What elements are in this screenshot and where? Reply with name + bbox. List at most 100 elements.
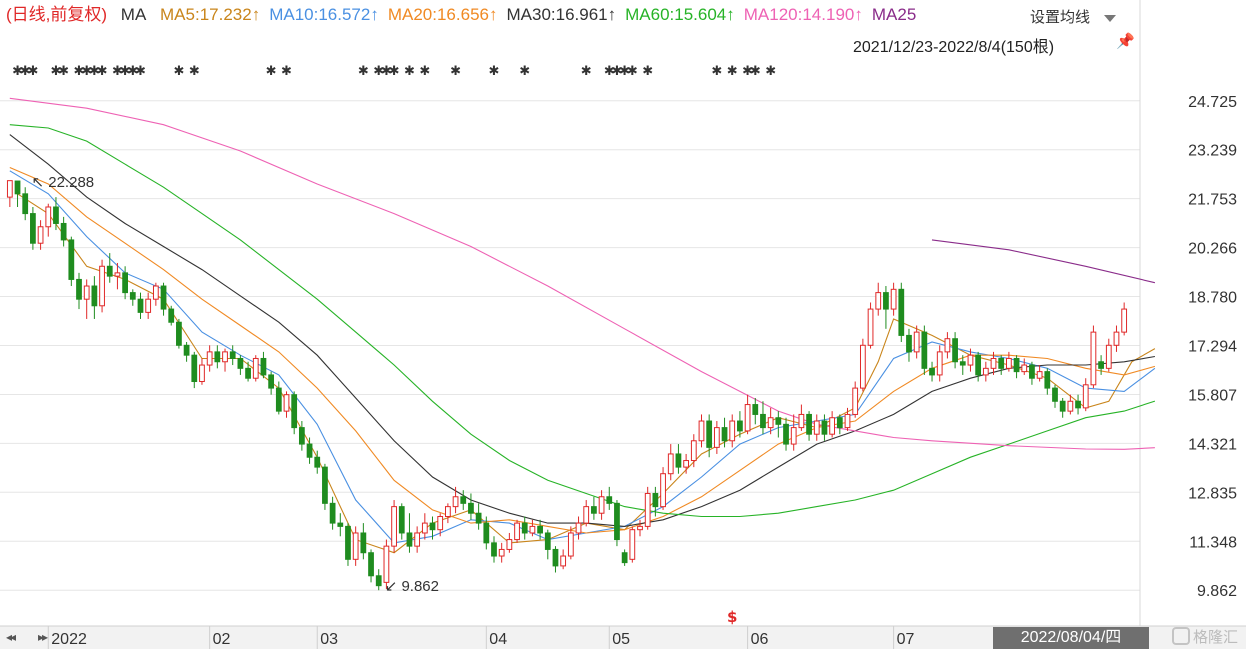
candle-body — [1121, 308, 1128, 333]
candle-body — [68, 239, 75, 280]
candle-body — [252, 357, 259, 379]
mode-label: (日线,前复权) — [6, 5, 108, 24]
candle-body — [1067, 400, 1074, 412]
candle-body — [1059, 400, 1066, 412]
signal-marker: ✱ — [519, 64, 530, 79]
candle-body — [406, 532, 413, 547]
current-date-tag: 2022/08/04/四 — [993, 627, 1149, 649]
y-tick-label: 18.780 — [1188, 290, 1237, 307]
scroll-left-icon[interactable]: ◂◂ — [6, 630, 16, 644]
ma-settings-label: 设置均线 — [1030, 9, 1091, 26]
candle-body — [798, 413, 805, 429]
candle-body — [83, 285, 90, 300]
candle-body — [222, 351, 228, 363]
candle-body — [268, 374, 275, 389]
candle-body — [529, 525, 536, 534]
candle-body — [591, 506, 597, 514]
candle-body — [813, 420, 820, 435]
candle-body — [921, 331, 928, 369]
scroll-right-icon[interactable]: ▸▸ — [38, 630, 48, 644]
ma-legend-item: MA30:16.961↑ — [506, 5, 617, 24]
candle-body — [875, 292, 882, 310]
ma-legend-item: MA10:16.572↑ — [269, 5, 379, 24]
high-marker-label: ↖ 22.288 — [32, 174, 95, 191]
candle-body — [360, 532, 367, 554]
candle-body — [1082, 384, 1089, 409]
candle-body — [683, 460, 689, 468]
candle-body — [314, 456, 321, 468]
y-tick-label: 11.348 — [1189, 534, 1237, 551]
candle-body — [1021, 364, 1028, 373]
candle-body — [483, 522, 490, 544]
candle-body — [429, 522, 436, 531]
candle-body — [145, 298, 152, 313]
candle-body — [1013, 357, 1020, 373]
y-tick-label: 14.321 — [1188, 436, 1237, 453]
candle-body — [767, 417, 774, 429]
kline-chart[interactable]: 24.725 23.239 21.753 20.266 18.780 17.294 15.8… — [0, 0, 1246, 649]
candle-body — [391, 506, 397, 547]
candle-body — [883, 292, 889, 310]
candle-body — [368, 552, 374, 577]
candle-body — [6, 180, 13, 198]
signal-marker: ✱ — [765, 64, 776, 79]
candle-body — [475, 512, 482, 524]
signal-marker: ✱ — [404, 64, 415, 79]
candle-body — [583, 506, 590, 524]
candle-body — [575, 522, 582, 534]
signal-marker: ✱ — [450, 64, 461, 79]
low-marker-label: ↙ 9.862 — [385, 578, 439, 595]
signal-marker: ✱ — [642, 64, 653, 79]
y-tick-label: 20.266 — [1188, 241, 1237, 258]
x-tick-label: 03 — [320, 631, 338, 648]
candle-body — [106, 265, 113, 277]
signal-marker: ✱ — [489, 64, 500, 79]
watermark-logo-icon — [1172, 627, 1190, 645]
candle-body — [275, 387, 282, 412]
x-tick-label: 2022 — [51, 631, 87, 648]
candle-body — [898, 288, 905, 336]
ma-settings-dropdown[interactable]: 设置均线 — [1030, 6, 1117, 27]
candle-body — [398, 506, 405, 534]
signal-marker: ✱ — [58, 64, 69, 79]
candle-body — [783, 423, 789, 445]
candle-body — [1044, 371, 1051, 389]
candle-body — [652, 492, 659, 508]
candle-body — [690, 440, 697, 462]
candle-body — [91, 285, 98, 307]
candle-body — [468, 502, 474, 514]
ma-items: MA5:17.232↑ MA10:16.572↑ MA20:16.656↑ MA30:… — [160, 5, 925, 24]
candle-body — [122, 272, 128, 294]
candle-body — [199, 364, 205, 383]
candle-body — [491, 542, 497, 557]
x-tick-label: 06 — [751, 631, 769, 648]
date-range-label: 2021/12/23-2022/8/4(150根) — [853, 39, 1055, 56]
y-tick-label: 24.725 — [1188, 94, 1237, 111]
candle-body — [1075, 400, 1081, 409]
candle-body — [806, 413, 812, 435]
candle-body — [744, 404, 751, 432]
candle-body — [291, 394, 298, 429]
candle-body — [437, 516, 444, 531]
candle-body — [176, 321, 182, 346]
candle-body — [998, 357, 1005, 369]
candle-body — [1098, 361, 1104, 369]
candle-body — [76, 278, 82, 300]
candle-body — [214, 351, 221, 363]
signal-marker: ✱ — [711, 64, 722, 79]
candle-body — [1052, 387, 1058, 402]
candle-body — [137, 298, 144, 313]
signal-marker: ✱ — [173, 64, 184, 79]
signal-marker: ✱ — [419, 64, 430, 79]
candle-body — [245, 367, 251, 379]
y-tick-label: 21.753 — [1188, 192, 1237, 209]
pin-icon[interactable]: 📌 — [1116, 32, 1135, 50]
candle-body — [460, 496, 467, 504]
candle-body — [560, 555, 567, 567]
signal-marker: ✱ — [389, 64, 400, 79]
candle-body — [967, 354, 974, 366]
y-tick-label: 15.807 — [1188, 387, 1237, 404]
candle-body — [890, 288, 897, 310]
watermark-text: 格隆汇 — [1193, 629, 1239, 646]
candle-body — [322, 466, 328, 504]
